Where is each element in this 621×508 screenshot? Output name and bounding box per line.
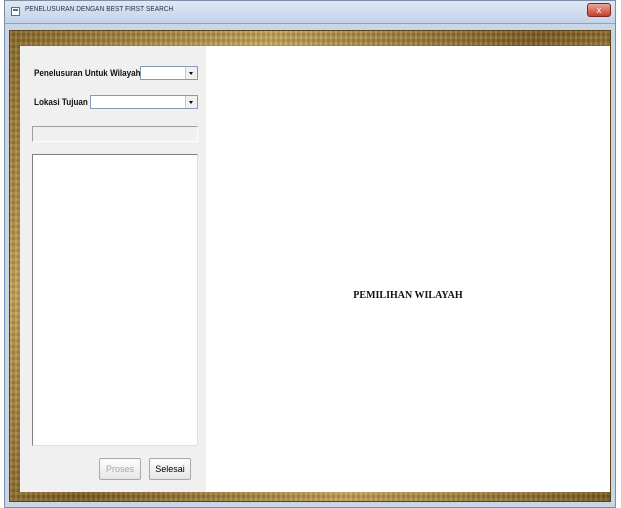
map-title: PEMILIHAN WILAYAH (353, 290, 463, 301)
region-select[interactable] (140, 66, 198, 80)
region-label: Penelusuran Untuk Wilayah (34, 68, 141, 78)
chevron-down-icon[interactable] (185, 96, 197, 108)
close-button[interactable]: x (587, 3, 611, 17)
finish-button[interactable]: Selesai (149, 458, 191, 480)
process-button[interactable]: Proses (99, 458, 141, 480)
map-panel: PEMILIHAN WILAYAH (206, 46, 610, 492)
result-list[interactable] (32, 154, 198, 446)
status-field (32, 126, 198, 142)
title-bar[interactable]: PENELUSURAN DENGAN BEST FIRST SEARCH x (5, 1, 615, 24)
chevron-down-icon[interactable] (185, 67, 197, 79)
destination-label: Lokasi Tujuan (34, 97, 88, 107)
destination-select[interactable] (90, 95, 198, 109)
app-icon (11, 7, 20, 16)
window-title: PENELUSURAN DENGAN BEST FIRST SEARCH (25, 6, 174, 13)
